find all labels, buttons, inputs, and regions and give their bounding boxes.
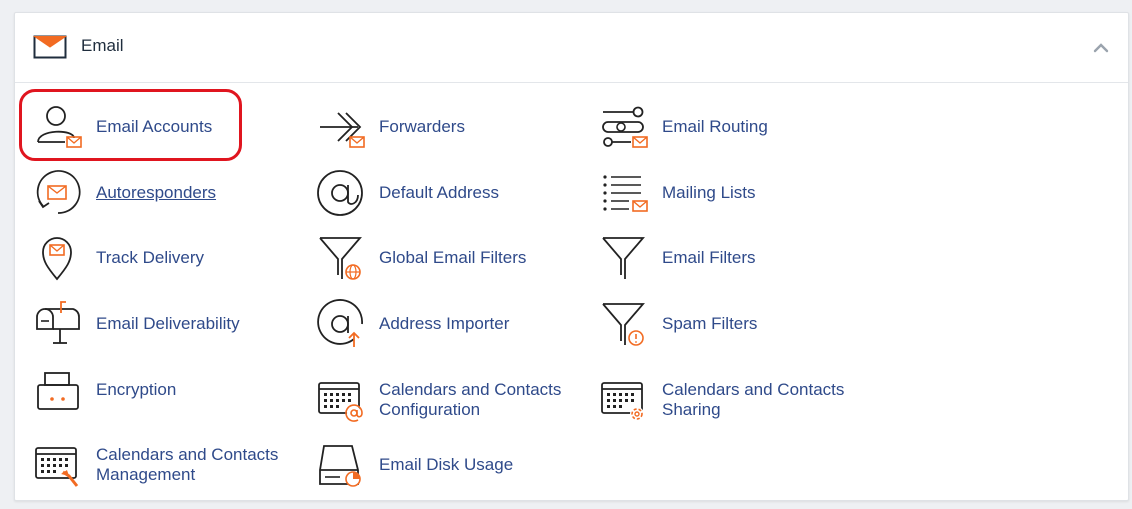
address-importer-link[interactable]: Address Importer — [316, 295, 509, 353]
item-label: Track Delivery — [96, 248, 204, 267]
item-label: Email Routing — [662, 117, 768, 136]
item-label: Encryption — [96, 380, 177, 399]
email-accounts-link[interactable]: Email Accounts — [33, 98, 212, 156]
autoresponders-link[interactable]: Autoresponders — [33, 164, 216, 222]
item-label: Calendars and Contacts Sharing — [662, 380, 845, 419]
track-delivery-link[interactable]: Track Delivery — [33, 229, 204, 287]
item-label: Address Importer — [379, 314, 510, 333]
calendar-config-icon — [316, 374, 372, 426]
mailing-lists-link[interactable]: Mailing Lists — [599, 164, 756, 222]
envelope-icon — [33, 35, 67, 59]
item-label: Forwarders — [379, 117, 465, 136]
email-disk-usage-link[interactable]: Email Disk Usage — [316, 436, 513, 494]
calendars-contacts-sharing-link[interactable]: Calendars and Contacts Sharing — [599, 371, 862, 429]
calendars-contacts-configuration-link[interactable]: Calendars and Contacts Configuration — [316, 371, 579, 429]
item-label: Autoresponders — [96, 183, 217, 202]
filter-icon — [599, 232, 655, 284]
item-label: Calendars and Contacts Configuration — [379, 380, 562, 419]
email-section-panel: Email Email Accounts Forwarders Email Ro… — [14, 12, 1129, 501]
collapse-button[interactable] — [1088, 35, 1114, 61]
calendar-sharing-icon — [599, 374, 655, 426]
section-title: Email — [81, 36, 124, 55]
section-header[interactable]: Email — [15, 13, 1128, 83]
item-label: Global Email Filters — [379, 248, 527, 267]
email-routing-icon — [599, 101, 655, 153]
forwarders-icon — [316, 101, 372, 153]
encryption-icon — [33, 364, 89, 416]
global-email-filters-link[interactable]: Global Email Filters — [316, 229, 526, 287]
item-label: Spam Filters — [662, 314, 758, 333]
email-filters-link[interactable]: Email Filters — [599, 229, 756, 287]
at-sign-icon — [316, 167, 372, 219]
item-label: Default Address — [379, 183, 500, 202]
item-label: Email Deliverability — [96, 314, 240, 333]
address-importer-icon — [316, 298, 372, 350]
spam-filter-icon — [599, 298, 655, 350]
item-label: Email Filters — [662, 248, 756, 267]
spam-filters-link[interactable]: Spam Filters — [599, 295, 757, 353]
mailbox-icon — [33, 298, 89, 350]
item-label: Mailing Lists — [662, 183, 756, 202]
item-label: Email Disk Usage — [379, 455, 514, 474]
autoresponders-icon — [33, 167, 89, 219]
forwarders-link[interactable]: Forwarders — [316, 98, 465, 156]
email-deliverability-link[interactable]: Email Deliverability — [33, 295, 240, 353]
calendar-management-icon — [33, 439, 89, 491]
email-accounts-icon — [33, 101, 89, 153]
item-label: Calendars and Contacts Management — [96, 445, 279, 484]
map-pin-icon — [33, 232, 89, 284]
disk-usage-icon — [316, 439, 372, 491]
calendars-contacts-management-link[interactable]: Calendars and Contacts Management — [33, 436, 296, 494]
mailing-lists-icon — [599, 167, 655, 219]
default-address-link[interactable]: Default Address — [316, 164, 499, 222]
global-filter-icon — [316, 232, 372, 284]
chevron-up-icon — [1093, 43, 1109, 53]
email-routing-link[interactable]: Email Routing — [599, 98, 768, 156]
item-label: Email Accounts — [96, 117, 213, 136]
encryption-link[interactable]: Encryption — [33, 361, 176, 419]
